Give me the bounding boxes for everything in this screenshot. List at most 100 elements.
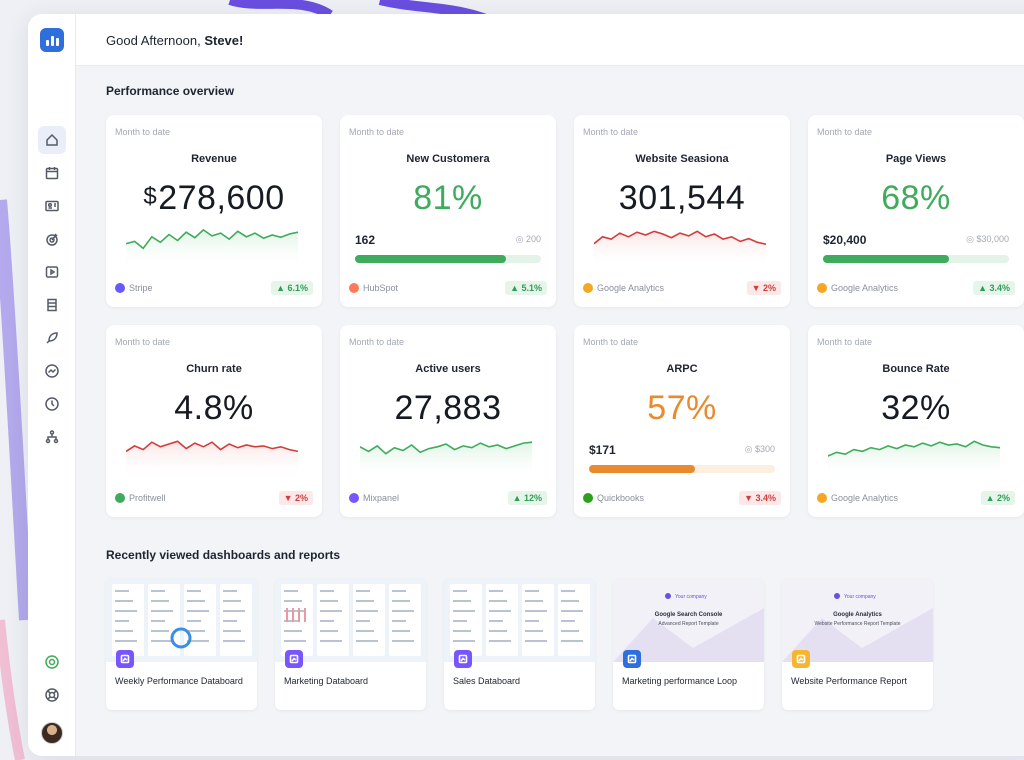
period-label: Month to date <box>115 127 171 137</box>
recent-report-card[interactable]: Marketing Databoard <box>275 578 426 710</box>
metric-number: 301,544 <box>618 179 746 217</box>
metric-card[interactable]: Month to date New Customera 81% 162 ◎ 200 Hub… <box>340 115 556 307</box>
metric-number: 32% <box>881 389 951 427</box>
nav-target-icon[interactable] <box>38 225 66 253</box>
report-type-badge <box>116 650 134 668</box>
metric-value: $278,600 <box>106 179 322 218</box>
data-source: Profitwell <box>115 493 166 503</box>
arrow-up-icon: ▲ <box>510 283 522 293</box>
metric-title: Website Seasiona <box>635 153 729 165</box>
nav-rocket-icon[interactable] <box>38 324 66 352</box>
source-name: Stripe <box>129 283 153 293</box>
nav-help-icon[interactable] <box>38 681 66 709</box>
stack-icon <box>47 298 57 312</box>
source-logo-icon <box>817 283 827 293</box>
change-badge: ▼ 3.4% <box>739 491 781 505</box>
nav-trend-icon[interactable] <box>38 357 66 385</box>
progress-fill <box>589 465 696 473</box>
source-logo-icon <box>115 283 125 293</box>
target-icon <box>46 233 58 246</box>
data-source: Mixpanel <box>349 493 399 503</box>
metric-card[interactable]: Month to date Churn rate 4.8% Profitwell ▼ 2… <box>106 325 322 517</box>
change-badge: ▲ 3.4% <box>973 281 1015 295</box>
metric-number: 278,600 <box>158 179 285 217</box>
metric-card[interactable]: Month to date Revenue $278,600 Stripe ▲ 6.1% <box>106 115 322 307</box>
sparkline-area <box>360 442 532 479</box>
goal-icon: ◎ <box>744 444 755 454</box>
metric-card[interactable]: Month to date Page Views 68% $20,400 ◎ $30,0… <box>808 115 1024 307</box>
report-icon <box>627 654 637 664</box>
recent-report-card[interactable]: Sales Databoard <box>444 578 595 710</box>
metric-card[interactable]: Month to date Active users 27,883 Mixpanel ▲… <box>340 325 556 517</box>
data-source: HubSpot <box>349 283 398 293</box>
metric-title: Active users <box>415 363 481 375</box>
sparkline-chart <box>126 228 298 269</box>
arrow-down-icon: ▼ <box>744 493 756 503</box>
metric-value: 27,883 <box>340 389 556 428</box>
metric-card[interactable]: Month to date Website Seasiona 301,544 Goog… <box>574 115 790 307</box>
nav-video-icon[interactable] <box>38 258 66 286</box>
source-logo-icon <box>583 283 593 293</box>
arrow-down-icon: ▼ <box>751 283 763 293</box>
metric-number: 68% <box>881 179 951 217</box>
report-icon <box>796 654 806 664</box>
metric-title: ARPC <box>666 363 698 375</box>
arrow-down-icon: ▼ <box>283 493 295 503</box>
metric-title: Page Views <box>885 153 947 165</box>
progress-current: $20,400 <box>823 233 867 247</box>
sparkline-chart <box>360 441 532 479</box>
change-badge: ▲ 6.1% <box>271 281 313 295</box>
source-logo-icon <box>349 493 359 503</box>
nav-stack-icon[interactable] <box>38 291 66 319</box>
goal-icon: ◎ <box>966 234 977 244</box>
sidebar <box>28 14 76 756</box>
progress-current: 162 <box>355 233 376 247</box>
databox-logo[interactable] <box>40 28 64 52</box>
period-label: Month to date <box>115 337 171 347</box>
nav-calendar-icon[interactable] <box>38 159 66 187</box>
help-icon <box>45 688 59 702</box>
sparkline-chart <box>126 440 298 479</box>
recent-report-card[interactable]: Your company Google Analytics Website Perf… <box>782 578 933 710</box>
progress-values: $20,400 ◎ $30,000 <box>823 233 1009 247</box>
data-source: Google Analytics <box>583 283 664 293</box>
metric-card[interactable]: Month to date Bounce Rate 32% Google Analyt… <box>808 325 1024 517</box>
source-logo-icon <box>583 493 593 503</box>
recent-reports-title: Recently viewed dashboards and reports <box>106 548 341 562</box>
nav-home-icon[interactable] <box>38 126 66 154</box>
report-title: Weekly Performance Databoard <box>115 676 243 686</box>
template-heading: Google Search Console <box>655 612 723 618</box>
user-avatar[interactable] <box>41 722 63 744</box>
change-badge: ▲ 5.1% <box>505 281 547 295</box>
metric-value: 301,544 <box>574 179 790 218</box>
progress-bar <box>823 255 1009 263</box>
metric-number: 57% <box>647 389 717 427</box>
recent-report-card[interactable]: Your company Google Search Console Advance… <box>613 578 764 710</box>
report-title: Website Performance Report <box>791 676 907 686</box>
sparkline-chart <box>594 230 766 269</box>
nav-integrations-icon[interactable] <box>38 648 66 676</box>
change-badge: ▲ 2% <box>980 491 1015 505</box>
sparkline-chart <box>828 440 1000 479</box>
topbar: Good Afternoon, Steve! <box>76 14 1024 66</box>
data-source: Quickbooks <box>583 493 644 503</box>
change-badge: ▲ 12% <box>507 491 547 505</box>
nav-clock-icon[interactable] <box>38 390 66 418</box>
nav-hierarchy-icon[interactable] <box>38 423 66 451</box>
template-subheading: Advanced Report Template <box>658 621 718 627</box>
performance-overview-title: Performance overview <box>106 84 235 98</box>
metric-card[interactable]: Month to date ARPC 57% $171 ◎ $300 Quickbooks… <box>574 325 790 517</box>
report-type-badge <box>285 650 303 668</box>
sparkline-area <box>594 231 766 269</box>
trend-icon <box>45 364 59 378</box>
report-icon <box>458 654 468 664</box>
recent-report-card[interactable]: Weekly Performance Databoard <box>106 578 257 710</box>
period-label: Month to date <box>583 127 639 137</box>
progress-values: $171 ◎ $300 <box>589 443 775 457</box>
source-name: Google Analytics <box>597 283 665 293</box>
calendar-icon <box>45 167 59 180</box>
nav-id-card-icon[interactable] <box>38 192 66 220</box>
progress-fill <box>823 255 950 263</box>
template-company: Your company <box>675 594 707 600</box>
metric-value: 81% <box>340 179 556 218</box>
